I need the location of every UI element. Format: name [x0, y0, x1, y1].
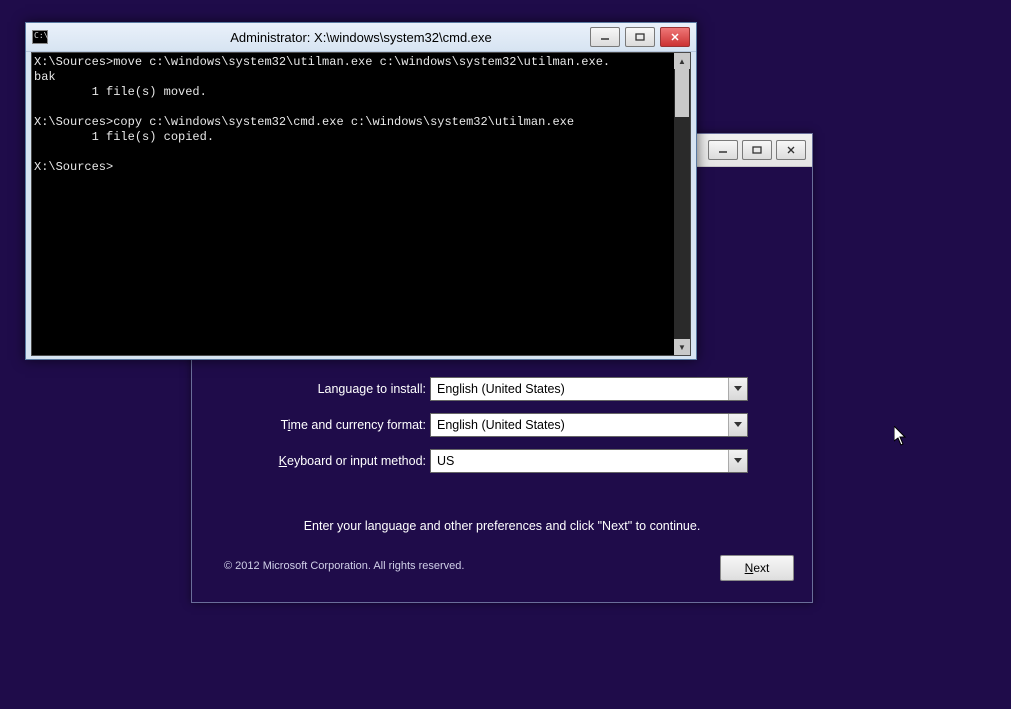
chevron-down-icon [728, 378, 747, 400]
setup-form: Language to install: English (United Sta… [192, 377, 812, 485]
scroll-track[interactable] [674, 69, 690, 339]
cmd-scrollbar[interactable]: ▲ ▼ [674, 53, 690, 355]
scroll-thumb[interactable] [675, 69, 689, 117]
cmd-window: C:\ Administrator: X:\windows\system32\c… [25, 22, 697, 360]
cursor-icon [894, 426, 908, 446]
maximize-button[interactable] [625, 27, 655, 47]
time-value: English (United States) [437, 418, 565, 432]
maximize-button[interactable] [742, 140, 772, 160]
time-label: Time and currency format: [192, 418, 430, 432]
time-combo[interactable]: English (United States) [430, 413, 748, 437]
language-combo[interactable]: English (United States) [430, 377, 748, 401]
cmd-titlebar[interactable]: C:\ Administrator: X:\windows\system32\c… [26, 23, 696, 52]
close-button[interactable] [660, 27, 690, 47]
chevron-down-icon [728, 450, 747, 472]
copyright-text: © 2012 Microsoft Corporation. All rights… [224, 560, 464, 572]
minimize-button[interactable] [708, 140, 738, 160]
language-value: English (United States) [437, 382, 565, 396]
setup-instruction: Enter your language and other preference… [192, 519, 812, 533]
scroll-up-icon[interactable]: ▲ [674, 53, 690, 69]
keyboard-combo[interactable]: US [430, 449, 748, 473]
scroll-down-icon[interactable]: ▼ [674, 339, 690, 355]
cmd-icon: C:\ [32, 30, 48, 44]
next-button[interactable]: Next [720, 555, 794, 581]
keyboard-label: Keyboard or input method: [192, 454, 430, 468]
cmd-client-area: X:\Sources>move c:\windows\system32\util… [31, 52, 691, 356]
keyboard-value: US [437, 454, 454, 468]
chevron-down-icon [728, 414, 747, 436]
minimize-button[interactable] [590, 27, 620, 47]
cmd-output[interactable]: X:\Sources>move c:\windows\system32\util… [32, 53, 674, 355]
language-label: Language to install: [192, 382, 430, 396]
close-button[interactable] [776, 140, 806, 160]
